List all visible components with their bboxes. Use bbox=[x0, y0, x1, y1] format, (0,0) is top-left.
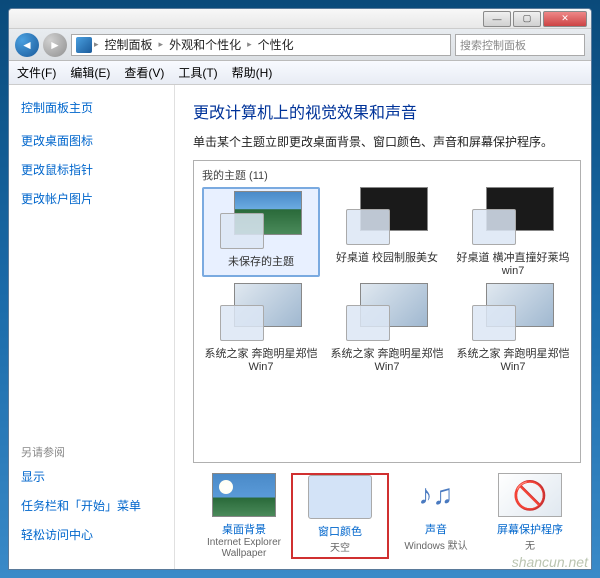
chevron-right-icon: ▸ bbox=[247, 39, 252, 50]
theme-item[interactable]: 系统之家 奔跑明星郑恺Win7 bbox=[454, 283, 572, 373]
option-sublabel: 无 bbox=[483, 537, 577, 552]
theme-item[interactable]: 未保存的主题 bbox=[202, 187, 320, 277]
color-icon bbox=[308, 475, 372, 519]
theme-label: 系统之家 奔跑明星郑恺Win7 bbox=[454, 345, 572, 373]
breadcrumb[interactable]: ▸ 控制面板 ▸ 外观和个性化 ▸ 个性化 bbox=[71, 34, 451, 56]
themes-container: 我的主题 (11) 未保存的主题好桌道 校园制服美女好桌道 横冲直撞好莱坞win… bbox=[193, 160, 581, 463]
theme-item[interactable]: 好桌道 校园制服美女 bbox=[328, 187, 446, 277]
option-sublabel: 天空 bbox=[293, 539, 387, 554]
window-glass-thumb bbox=[472, 209, 516, 245]
titlebar: — ▢ ✕ bbox=[9, 9, 591, 29]
close-button[interactable]: ✕ bbox=[543, 11, 587, 27]
option-bg[interactable]: 桌面背景Internet Explorer Wallpaper bbox=[197, 473, 291, 559]
page-title: 更改计算机上的视觉效果和声音 bbox=[193, 99, 581, 123]
bottom-options: 桌面背景Internet Explorer Wallpaper窗口颜色天空 ♪♫ 声… bbox=[193, 473, 581, 559]
menu-file[interactable]: 文件(F) bbox=[17, 64, 56, 81]
option-sound[interactable]: ♪♫ 声音Windows 默认 bbox=[389, 473, 483, 559]
window-glass-thumb bbox=[346, 209, 390, 245]
maximize-button[interactable]: ▢ bbox=[513, 11, 541, 27]
bg-icon bbox=[212, 473, 276, 517]
window-glass-thumb bbox=[220, 305, 264, 341]
chevron-right-icon: ▸ bbox=[94, 39, 99, 50]
option-label: 屏幕保护程序 bbox=[483, 521, 577, 537]
breadcrumb-seg[interactable]: 外观和个性化 bbox=[165, 36, 245, 53]
search-placeholder: 搜索控制面板 bbox=[460, 37, 526, 53]
theme-item[interactable]: 系统之家 奔跑明星郑恺Win7 bbox=[202, 283, 320, 373]
option-label: 桌面背景 bbox=[197, 521, 291, 537]
theme-label: 好桌道 校园制服美女 bbox=[328, 249, 446, 265]
theme-label: 系统之家 奔跑明星郑恺Win7 bbox=[328, 345, 446, 373]
option-sublabel: Windows 默认 bbox=[389, 537, 483, 552]
option-sublabel: Internet Explorer Wallpaper bbox=[197, 537, 291, 559]
sidebar-link-account[interactable]: 更改帐户图片 bbox=[21, 190, 162, 207]
breadcrumb-seg[interactable]: 控制面板 bbox=[101, 36, 157, 53]
window-glass-thumb bbox=[220, 213, 264, 249]
back-button[interactable]: ◄ bbox=[15, 33, 39, 57]
breadcrumb-seg[interactable]: 个性化 bbox=[254, 36, 298, 53]
content: 控制面板主页 更改桌面图标 更改鼠标指针 更改帐户图片 另请参阅 显示 任务栏和… bbox=[9, 85, 591, 569]
window-glass-thumb bbox=[472, 305, 516, 341]
option-saver[interactable]: 🚫 屏幕保护程序无 bbox=[483, 473, 577, 559]
option-color[interactable]: 窗口颜色天空 bbox=[291, 473, 389, 559]
sidebar-link-ease[interactable]: 轻松访问中心 bbox=[21, 526, 162, 543]
menu-edit[interactable]: 编辑(E) bbox=[70, 64, 110, 81]
menu-help[interactable]: 帮助(H) bbox=[232, 64, 273, 81]
sound-icon: ♪♫ bbox=[404, 473, 468, 517]
address-bar: ◄ ► ▸ 控制面板 ▸ 外观和个性化 ▸ 个性化 搜索控制面板 bbox=[9, 29, 591, 61]
sidebar-link-taskbar[interactable]: 任务栏和「开始」菜单 bbox=[21, 497, 162, 514]
sidebar-link-mouse[interactable]: 更改鼠标指针 bbox=[21, 161, 162, 178]
minimize-button[interactable]: — bbox=[483, 11, 511, 27]
theme-label: 未保存的主题 bbox=[206, 253, 316, 269]
menu-bar: 文件(F) 编辑(E) 查看(V) 工具(T) 帮助(H) bbox=[9, 61, 591, 85]
page-subtitle: 单击某个主题立即更改桌面背景、窗口颜色、声音和屏幕保护程序。 bbox=[193, 133, 581, 150]
sidebar-link-icons[interactable]: 更改桌面图标 bbox=[21, 132, 162, 149]
forward-button[interactable]: ► bbox=[43, 33, 67, 57]
control-panel-icon bbox=[76, 37, 92, 53]
theme-label: 系统之家 奔跑明星郑恺Win7 bbox=[202, 345, 320, 373]
theme-item[interactable]: 系统之家 奔跑明星郑恺Win7 bbox=[328, 283, 446, 373]
saver-icon: 🚫 bbox=[498, 473, 562, 517]
window: — ▢ ✕ ◄ ► ▸ 控制面板 ▸ 外观和个性化 ▸ 个性化 搜索控制面板 文… bbox=[8, 8, 592, 570]
menu-tools[interactable]: 工具(T) bbox=[178, 64, 217, 81]
theme-item[interactable]: 好桌道 横冲直撞好莱坞win7 bbox=[454, 187, 572, 277]
chevron-right-icon: ▸ bbox=[159, 39, 164, 50]
main-panel: 更改计算机上的视觉效果和声音 单击某个主题立即更改桌面背景、窗口颜色、声音和屏幕… bbox=[174, 85, 591, 569]
window-glass-thumb bbox=[346, 305, 390, 341]
menu-view[interactable]: 查看(V) bbox=[124, 64, 164, 81]
my-themes-label: 我的主题 (11) bbox=[202, 167, 572, 183]
see-also-label: 另请参阅 bbox=[21, 444, 162, 460]
theme-label: 好桌道 横冲直撞好莱坞win7 bbox=[454, 249, 572, 277]
sidebar: 控制面板主页 更改桌面图标 更改鼠标指针 更改帐户图片 另请参阅 显示 任务栏和… bbox=[9, 85, 174, 569]
sidebar-link-display[interactable]: 显示 bbox=[21, 468, 162, 485]
sidebar-home[interactable]: 控制面板主页 bbox=[21, 99, 162, 116]
theme-grid: 未保存的主题好桌道 校园制服美女好桌道 横冲直撞好莱坞win7 系统之家 奔跑明星… bbox=[202, 187, 572, 373]
option-label: 声音 bbox=[389, 521, 483, 537]
search-input[interactable]: 搜索控制面板 bbox=[455, 34, 585, 56]
option-label: 窗口颜色 bbox=[293, 523, 387, 539]
